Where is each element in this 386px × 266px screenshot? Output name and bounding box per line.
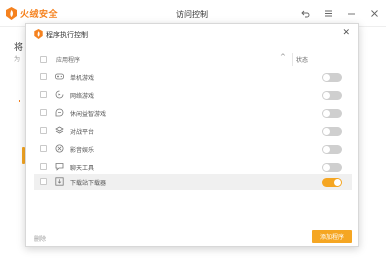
- table-row[interactable]: 休闲益智游戏: [34, 105, 352, 121]
- back-icon[interactable]: [299, 6, 311, 20]
- dialog-header: 程序执行控制 ✕: [26, 24, 358, 44]
- row-checkbox[interactable]: [40, 178, 47, 185]
- row-label: 休闲益智游戏: [70, 111, 107, 118]
- status-toggle[interactable]: [322, 73, 342, 82]
- status-toggle[interactable]: [322, 163, 342, 172]
- chat-icon: [55, 163, 64, 171]
- status-toggle[interactable]: [322, 145, 342, 154]
- row-label: 影音娱乐: [70, 147, 95, 154]
- column-divider: [292, 53, 293, 66]
- row-checkbox[interactable]: [40, 163, 47, 170]
- status-toggle[interactable]: [322, 91, 342, 100]
- dialog-title: 程序执行控制: [46, 31, 88, 39]
- row-checkbox[interactable]: [40, 73, 47, 80]
- download-icon: [55, 177, 64, 186]
- select-all-checkbox[interactable]: [40, 56, 47, 63]
- add-program-button[interactable]: 添加程序: [312, 230, 352, 243]
- puzzle-icon: [55, 108, 64, 117]
- column-header-status: 状态: [296, 57, 309, 64]
- delete-button[interactable]: 删除: [34, 234, 46, 243]
- table-header: 应用程序 ^ 状态: [34, 53, 352, 67]
- table-row[interactable]: 网络游戏: [34, 87, 352, 103]
- row-label: 网络游戏: [70, 93, 95, 100]
- minimize-icon[interactable]: [345, 6, 357, 20]
- window-title: 访问控制: [176, 10, 208, 19]
- close-icon[interactable]: ✕: [342, 28, 350, 38]
- table-row[interactable]: 对战平台: [34, 123, 352, 139]
- row-label: 聊天工具: [70, 165, 95, 172]
- row-checkbox[interactable]: [40, 127, 47, 134]
- brand: 火绒安全: [6, 7, 58, 20]
- table-row[interactable]: 聊天工具: [34, 159, 352, 175]
- online-game-icon: [55, 90, 64, 99]
- background-heading: 将: [14, 43, 24, 53]
- row-checkbox[interactable]: [40, 109, 47, 116]
- window-controls: [299, 6, 380, 20]
- sort-chevron-up-icon[interactable]: ^: [280, 53, 286, 61]
- row-label: 下载站下载器: [70, 180, 107, 187]
- background-subtext: 为: [14, 56, 21, 63]
- table-row[interactable]: 下载站下载器: [34, 174, 352, 190]
- close-window-icon[interactable]: [368, 6, 380, 20]
- media-icon: [55, 144, 64, 153]
- table-row[interactable]: 单机游戏: [34, 69, 352, 85]
- row-label: 单机游戏: [70, 75, 95, 82]
- brand-name: 火绒安全: [20, 10, 59, 20]
- status-toggle[interactable]: [322, 178, 342, 187]
- column-header-name: 应用程序: [56, 57, 81, 64]
- program-execution-control-dialog: 程序执行控制 ✕ 应用程序 ^ 状态 单机游戏 网络游戏 休闲益智游戏 对战平台…: [25, 23, 359, 247]
- row-checkbox[interactable]: [40, 91, 47, 98]
- status-toggle[interactable]: [322, 109, 342, 118]
- huorong-logo-icon: [6, 7, 17, 20]
- huorong-logo-icon: [34, 29, 43, 39]
- status-toggle[interactable]: [322, 127, 342, 136]
- table-row[interactable]: 影音娱乐: [34, 141, 352, 157]
- row-checkbox[interactable]: [40, 145, 47, 152]
- background-accent: [19, 100, 20, 102]
- gamepad-icon: [55, 73, 64, 80]
- menu-icon[interactable]: [322, 6, 334, 20]
- layers-icon: [55, 126, 64, 134]
- row-label: 对战平台: [70, 129, 95, 136]
